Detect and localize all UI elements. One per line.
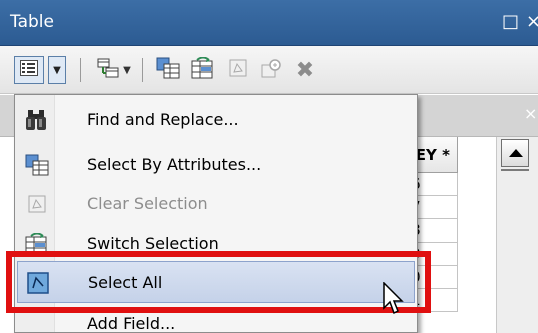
related-tables-icon — [97, 58, 119, 82]
zoom-to-selected-icon — [261, 58, 283, 82]
clear-selection-button[interactable] — [226, 56, 250, 84]
select-by-attributes-icon — [25, 153, 49, 177]
tab-close-icon[interactable]: × — [524, 104, 537, 123]
highlight-annotation-box — [6, 251, 431, 313]
delete-selected-icon: ✖ — [295, 57, 315, 83]
maximize-icon[interactable]: □ — [502, 12, 519, 32]
clear-selection-icon — [25, 192, 49, 216]
select-by-attributes-button[interactable] — [155, 56, 181, 84]
zoom-to-selected-button[interactable] — [260, 56, 284, 84]
related-tables-dropdown[interactable]: ▼ — [121, 56, 133, 84]
menu-item-select-by-attributes[interactable]: Select By Attributes... — [17, 144, 415, 186]
toolbar-separator — [80, 58, 81, 82]
title-bar[interactable]: Table □ × — [0, 0, 538, 46]
menu-item-label: Add Field... — [87, 314, 176, 333]
related-tables-button[interactable] — [96, 56, 120, 84]
toolbar-separator — [142, 58, 143, 82]
binoculars-icon — [25, 108, 49, 132]
scroll-up-button[interactable] — [501, 139, 529, 167]
clear-selection-icon — [229, 59, 247, 81]
delete-selected-button[interactable]: ✖ — [294, 56, 316, 84]
menu-item-label: Find and Replace... — [87, 110, 239, 129]
menu-item-label: Clear Selection — [87, 194, 208, 213]
menu-item-find-and-replace[interactable]: Find and Replace... — [17, 99, 415, 141]
switch-selection-button[interactable] — [190, 56, 216, 84]
menu-item-clear-selection[interactable]: Clear Selection — [17, 183, 415, 225]
dropdown-arrow-icon: ▼ — [53, 64, 61, 76]
select-by-attributes-icon — [156, 57, 180, 83]
table-toolbar: ▼ ▼ ✖ — [0, 46, 538, 94]
table-window: Table □ × ▼ ▼ ✖ × UKEY * Find and Replac… — [0, 0, 538, 333]
menu-item-label: Select By Attributes... — [87, 155, 262, 174]
close-icon[interactable]: × — [526, 12, 538, 32]
dropdown-arrow-icon: ▼ — [123, 64, 131, 76]
table-options-dropdown[interactable]: ▼ — [48, 56, 66, 84]
vertical-scrollbar[interactable] — [496, 137, 538, 333]
mouse-pointer-icon — [383, 281, 405, 318]
table-options-button[interactable] — [14, 56, 44, 84]
window-title: Table — [10, 12, 54, 32]
table-options-icon — [20, 60, 38, 80]
switch-selection-icon — [191, 56, 215, 83]
scroll-thumb[interactable] — [501, 169, 529, 171]
